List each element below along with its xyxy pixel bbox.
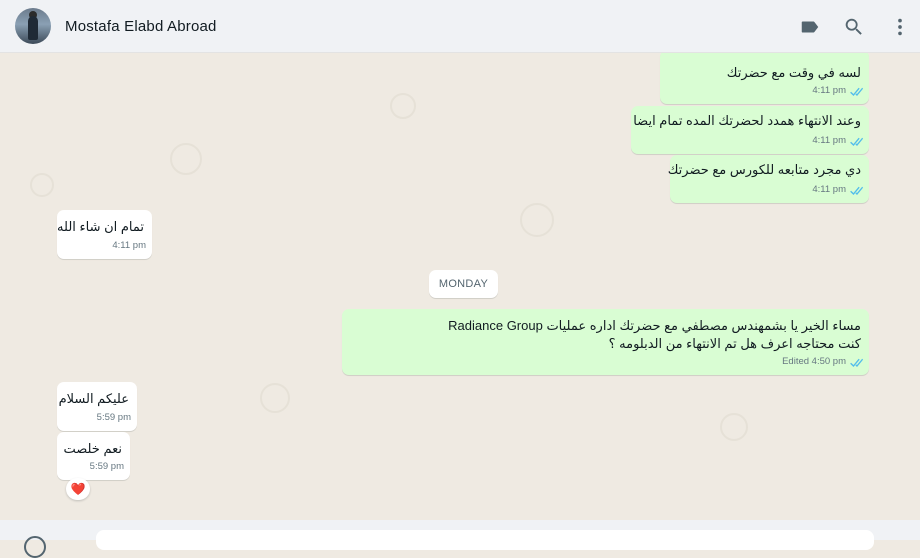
- background-doodle: [260, 383, 290, 413]
- message-meta: 5:59 pm: [90, 458, 124, 476]
- incoming-message[interactable]: تمام ان شاء الله 4:11 pm: [57, 210, 152, 259]
- message-meta: 5:59 pm: [97, 409, 131, 427]
- message-input[interactable]: [96, 530, 874, 550]
- message-text: نعم خلصت: [63, 441, 122, 456]
- chat-panel[interactable]: لسه في وقت مع حضرتك 4:11 pm وعند الانتها…: [0, 53, 920, 520]
- contact-name[interactable]: Mostafa Elabd Abroad: [65, 18, 217, 35]
- message-time: 4:11 pm: [812, 184, 846, 195]
- emoji-icon[interactable]: [24, 536, 46, 558]
- more-vertical-icon[interactable]: [889, 16, 911, 38]
- message-text: تمام ان شاء الله: [57, 219, 144, 234]
- message-meta: 4:11 pm: [112, 237, 146, 255]
- message-text-line-1: مساء الخير يا بشمهندس مصطفي مع حضرتك ادا…: [448, 318, 861, 333]
- avatar-figure-shape: [28, 16, 38, 40]
- message-text: عليكم السلام: [58, 391, 129, 406]
- double-check-icon: [849, 185, 864, 196]
- message-text-line-2: كنت محتاجه اعرف هل تم الانتهاء من الدبلو…: [608, 336, 861, 351]
- message-time: Edited 4:50 pm: [782, 356, 846, 367]
- double-check-icon: [849, 357, 864, 368]
- message-meta: 4:11 pm: [812, 181, 864, 199]
- outgoing-message[interactable]: لسه في وقت مع حضرتك 4:11 pm: [660, 53, 869, 104]
- label-icon[interactable]: [799, 16, 821, 38]
- compose-footer: [0, 520, 920, 558]
- background-doodle: [720, 413, 748, 441]
- incoming-message[interactable]: عليكم السلام 5:59 pm: [57, 382, 137, 431]
- message-text: دي مجرد متابعه للكورس مع حضرتك: [667, 162, 861, 177]
- message-meta: 4:11 pm: [812, 82, 864, 100]
- message-meta: Edited 4:50 pm: [782, 353, 864, 371]
- background-doodle: [390, 93, 416, 119]
- contact-avatar[interactable]: [15, 8, 51, 44]
- search-icon[interactable]: [843, 16, 865, 38]
- message-time: 5:59 pm: [89, 461, 124, 472]
- background-doodle: [170, 143, 202, 175]
- message-meta: 4:11 pm: [812, 132, 864, 150]
- double-check-icon: [849, 136, 864, 147]
- date-divider: MONDAY: [429, 270, 498, 298]
- incoming-message[interactable]: نعم خلصت 5:59 pm: [57, 432, 130, 480]
- message-time: 5:59 pm: [96, 412, 131, 423]
- message-time: 4:11 pm: [812, 135, 846, 146]
- background-doodle: [30, 173, 54, 197]
- message-time: 4:11 pm: [812, 85, 846, 96]
- outgoing-message[interactable]: وعند الانتهاء همدد لحضرتك المده تمام ايض…: [631, 106, 869, 154]
- outgoing-message[interactable]: مساء الخير يا بشمهندس مصطفي مع حضرتك ادا…: [342, 309, 869, 375]
- outgoing-message[interactable]: دي مجرد متابعه للكورس مع حضرتك 4:11 pm: [667, 155, 869, 203]
- background-doodle: [520, 203, 554, 237]
- message-text: وعند الانتهاء همدد لحضرتك المده تمام ايض…: [633, 113, 861, 128]
- double-check-icon: [849, 86, 864, 97]
- chat-header: Mostafa Elabd Abroad: [0, 0, 920, 53]
- message-text: لسه في وقت مع حضرتك: [726, 65, 861, 80]
- heart-reaction-icon[interactable]: ❤️: [66, 478, 90, 500]
- message-time: 4:11 pm: [112, 240, 146, 251]
